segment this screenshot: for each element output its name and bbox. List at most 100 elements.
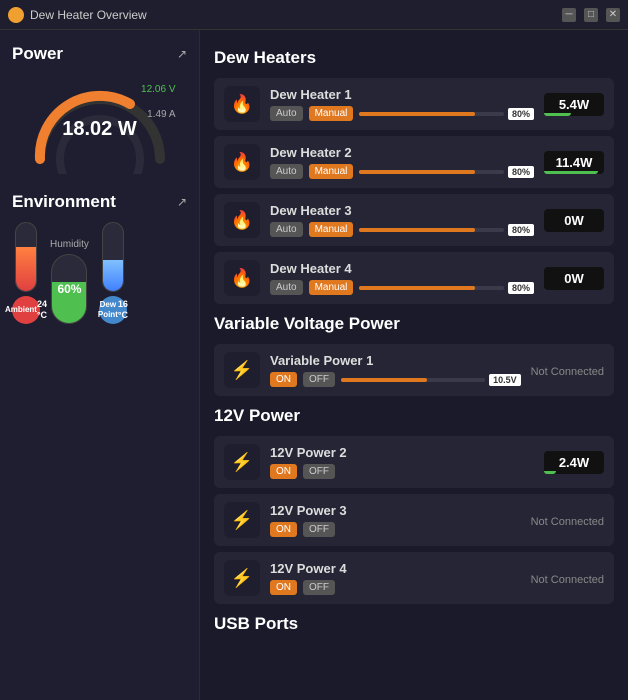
env-header: Environment ↗	[12, 192, 187, 212]
12v-power-2-off-button[interactable]: OFF	[303, 464, 335, 479]
flame-icon-4: 🔥	[231, 268, 253, 289]
12v-power-4-off-button[interactable]: OFF	[303, 580, 335, 595]
environment-section: Environment ↗ Ambient 24 °C Humidity	[12, 192, 187, 324]
dew-heater-3-manual-button[interactable]: Manual	[309, 222, 354, 237]
ambient-thermometer-wrap: Ambient 24 °C	[12, 222, 40, 324]
voltage-value: 12.06 V	[141, 84, 175, 95]
12v-power-4-status: Not Connected	[531, 574, 604, 586]
12v-power-3-on-button[interactable]: ON	[270, 522, 297, 537]
12v-power-4-on-button[interactable]: ON	[270, 580, 297, 595]
12v-power-2-value-box: 2.4W	[544, 451, 604, 474]
power-header: Power ↗	[12, 44, 187, 64]
dew-fill	[103, 260, 123, 291]
dew-heater-4-slider-wrap: 80%	[359, 282, 534, 294]
ambient-thermometer	[15, 222, 37, 292]
dew-heater-3-slider-wrap: 80%	[359, 224, 534, 236]
main-layout: Power ↗ 18.02 W 12.06 V 1.49 A	[0, 30, 628, 700]
dew-heater-3-value-box: 0W	[544, 209, 604, 232]
dew-heater-4-info: Dew Heater 4 Auto Manual 80%	[270, 261, 534, 295]
dew-heater-1-slider-track[interactable]	[359, 112, 504, 116]
ambient-fill	[16, 247, 36, 291]
variable-power-1-off-button[interactable]: OFF	[303, 372, 335, 387]
12v-power-2-on-button[interactable]: ON	[270, 464, 297, 479]
dew-heater-4-card: 🔥 Dew Heater 4 Auto Manual 80%	[214, 252, 614, 304]
variable-power-1-on-button[interactable]: ON	[270, 372, 297, 387]
12v-power-4-name: 12V Power 4	[270, 561, 521, 576]
gauge-side-readings: 12.06 V 1.49 A	[141, 84, 175, 120]
variable-power-1-name: Variable Power 1	[270, 353, 521, 368]
dew-heater-4-slider-track[interactable]	[359, 286, 504, 290]
variable-power-1-status: Not Connected	[531, 366, 604, 378]
dew-heater-2-manual-button[interactable]: Manual	[309, 164, 354, 179]
variable-power-1-slider-badge: 10.5V	[489, 374, 521, 386]
ambient-label: Ambient	[5, 305, 37, 315]
dew-heater-4-value-wrap: 0W	[544, 267, 604, 290]
right-panel[interactable]: Dew Heaters 🔥 Dew Heater 1 Auto Manual 8…	[200, 30, 628, 700]
dew-heater-4-name: Dew Heater 4	[270, 261, 534, 276]
dew-heater-4-manual-button[interactable]: Manual	[309, 280, 354, 295]
ambient-value: 24 °C	[37, 299, 47, 321]
12v-power-3-card: ⚡ 12V Power 3 ON OFF Not Connected	[214, 494, 614, 546]
dew-heater-1-value-bar	[544, 113, 571, 116]
12v-power-2-icon: ⚡	[224, 444, 260, 480]
12v-power-3-off-button[interactable]: OFF	[303, 522, 335, 537]
12v-power-3-value-wrap: Not Connected	[531, 513, 604, 528]
dew-heater-2-name: Dew Heater 2	[270, 145, 534, 160]
dew-heater-3-slider-track[interactable]	[359, 228, 504, 232]
dew-heater-2-value-bar	[544, 171, 598, 174]
dew-heater-1-slider-fill	[359, 112, 475, 116]
maximize-button[interactable]: □	[584, 8, 598, 22]
minimize-button[interactable]: ─	[562, 8, 576, 22]
variable-power-1-icon: ⚡	[224, 352, 260, 388]
humidity-label: Humidity	[50, 239, 89, 250]
dew-heater-1-slider-badge: 80%	[508, 108, 534, 120]
bolt-icon-12v2: ⚡	[231, 452, 253, 473]
variable-power-1-slider-fill	[341, 378, 427, 382]
dew-heater-4-auto-button[interactable]: Auto	[270, 280, 303, 295]
dew-heater-3-auto-button[interactable]: Auto	[270, 222, 303, 237]
dew-label: Dew Point	[98, 300, 118, 319]
dew-heater-1-icon: 🔥	[224, 86, 260, 122]
dew-heater-2-auto-button[interactable]: Auto	[270, 164, 303, 179]
dew-heater-2-card: 🔥 Dew Heater 2 Auto Manual 80%	[214, 136, 614, 188]
dew-heater-3-controls: Auto Manual 80%	[270, 222, 534, 237]
variable-voltage-title: Variable Voltage Power	[214, 314, 614, 334]
dew-thermometer-wrap: Dew Point 16 °C	[99, 222, 127, 324]
dew-heater-2-slider-track[interactable]	[359, 170, 504, 174]
dew-heater-3-value-wrap: 0W	[544, 209, 604, 232]
dew-heater-1-auto-button[interactable]: Auto	[270, 106, 303, 121]
bolt-icon-vp1: ⚡	[231, 360, 253, 381]
dew-heater-1-name: Dew Heater 1	[270, 87, 534, 102]
dew-heater-3-slider-badge: 80%	[508, 224, 534, 236]
env-external-link-icon[interactable]: ↗	[177, 195, 187, 209]
current-value: 1.49 A	[141, 109, 175, 120]
12v-power-4-value-wrap: Not Connected	[531, 571, 604, 586]
dew-heater-1-value-wrap: 5.4W	[544, 93, 604, 116]
dew-heater-2-value-box: 11.4W	[544, 151, 604, 174]
close-button[interactable]: ✕	[606, 8, 620, 22]
env-readings: Ambient 24 °C Humidity 60%	[12, 222, 187, 324]
bolt-icon-12v4: ⚡	[231, 568, 253, 589]
dew-heater-2-controls: Auto Manual 80%	[270, 164, 534, 179]
dew-heater-3-slider-fill	[359, 228, 475, 232]
12v-power-2-info: 12V Power 2 ON OFF	[270, 445, 534, 479]
12v-power-2-card: ⚡ 12V Power 2 ON OFF 2.4W	[214, 436, 614, 488]
dew-heater-3-name: Dew Heater 3	[270, 203, 534, 218]
dew-heater-4-icon: 🔥	[224, 260, 260, 296]
12v-power-4-controls: ON OFF	[270, 580, 521, 595]
variable-power-1-slider-wrap: 10.5V	[341, 374, 521, 386]
dew-heater-4-slider-badge: 80%	[508, 282, 534, 294]
12v-power-2-controls: ON OFF	[270, 464, 534, 479]
dew-heater-4-value-box: 0W	[544, 267, 604, 290]
dew-heater-1-manual-button[interactable]: Manual	[309, 106, 354, 121]
flame-icon-3: 🔥	[231, 210, 253, 231]
power-external-link-icon[interactable]: ↗	[177, 47, 187, 61]
dew-heater-2-slider-badge: 80%	[508, 166, 534, 178]
variable-power-1-info: Variable Power 1 ON OFF 10.5V	[270, 353, 521, 387]
power-title: Power	[12, 44, 63, 64]
usb-ports-title: USB Ports	[214, 614, 614, 634]
dew-heater-2-info: Dew Heater 2 Auto Manual 80%	[270, 145, 534, 179]
dew-heater-1-slider-wrap: 80%	[359, 108, 534, 120]
12v-power-4-icon: ⚡	[224, 560, 260, 596]
variable-power-1-slider-track[interactable]	[341, 378, 485, 382]
